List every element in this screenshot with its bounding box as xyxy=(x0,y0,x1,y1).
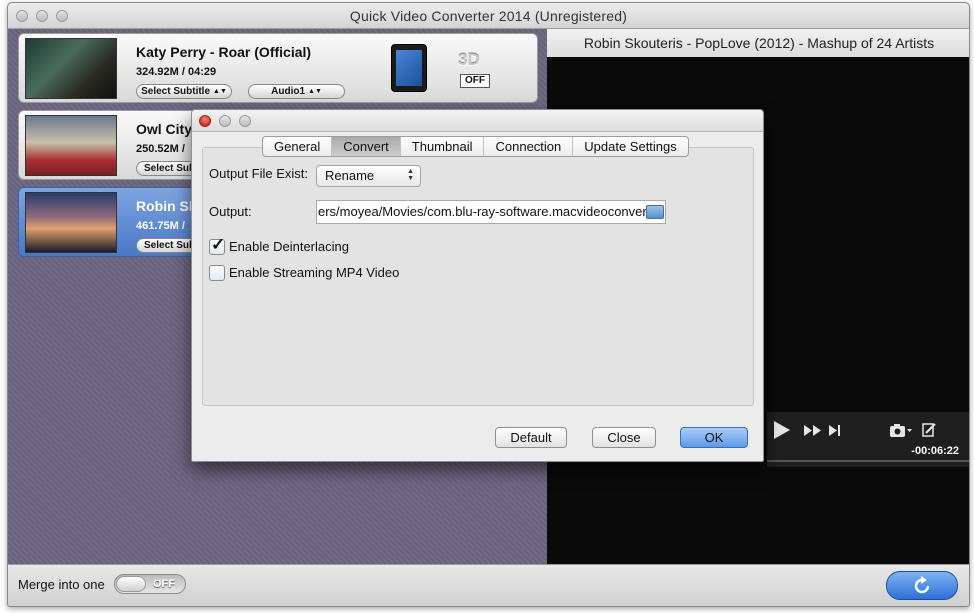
3d-label[interactable]: 3D xyxy=(458,50,480,70)
output-file-exist-value: Rename xyxy=(325,168,375,183)
refresh-icon xyxy=(914,576,930,594)
default-button[interactable]: Default xyxy=(495,427,567,448)
fast-forward-icon[interactable] xyxy=(804,425,822,436)
tab-thumbnail[interactable]: Thumbnail xyxy=(401,137,485,156)
merge-toggle[interactable]: OFF xyxy=(114,574,186,594)
video-name: Owl City xyxy=(136,121,193,137)
playback-progress-bar[interactable] xyxy=(767,460,969,462)
video-thumbnail xyxy=(25,115,117,176)
zoom-dialog-button xyxy=(239,115,251,127)
updown-arrows-icon: ▲▼ xyxy=(407,168,414,182)
next-frame-icon[interactable] xyxy=(829,425,841,436)
bottom-toolbar: Merge into one OFF xyxy=(8,564,969,606)
streaming-mp4-checkbox[interactable] xyxy=(209,265,225,281)
video-size-duration: 461.75M / xyxy=(136,220,185,232)
settings-tabs: General Convert Thumbnail Connection Upd… xyxy=(262,136,689,157)
tab-connection[interactable]: Connection xyxy=(484,137,574,156)
streaming-mp4-label: Enable Streaming MP4 Video xyxy=(229,265,400,280)
convert-button[interactable] xyxy=(886,571,958,600)
video-thumbnail xyxy=(25,38,117,99)
deinterlacing-label: Enable Deinterlacing xyxy=(229,239,349,254)
video-name: Robin Sk xyxy=(136,198,197,214)
output-file-exist-label: Output File Exist: xyxy=(209,166,308,181)
minimize-dialog-button xyxy=(219,115,231,127)
time-remaining: -00:06:22 xyxy=(911,445,959,457)
player-controls: -00:06:22 xyxy=(767,412,969,467)
folder-icon[interactable] xyxy=(646,205,664,219)
play-icon[interactable] xyxy=(773,420,791,440)
output-file-exist-select[interactable]: Rename ▲ ▼ xyxy=(316,165,421,187)
updown-arrows-icon: ▲▼ xyxy=(213,88,227,95)
3d-toggle[interactable]: OFF xyxy=(460,74,490,88)
toggle-knob xyxy=(116,576,146,592)
camera-snapshot-icon[interactable] xyxy=(889,423,913,438)
merge-toggle-state: OFF xyxy=(153,578,175,590)
settings-dialog: General Convert Thumbnail Connection Upd… xyxy=(191,109,764,462)
deinterlacing-checkbox[interactable]: ✓ xyxy=(209,235,225,255)
merge-label: Merge into one xyxy=(18,577,105,592)
dialog-title-bar xyxy=(192,110,763,132)
tab-update-settings[interactable]: Update Settings xyxy=(573,137,688,156)
close-dialog-button[interactable] xyxy=(199,115,211,127)
video-name: Katy Perry - Roar (Official) xyxy=(136,44,312,60)
edit-icon[interactable] xyxy=(922,422,936,437)
video-item[interactable]: Katy Perry - Roar (Official) 324.92M / 0… xyxy=(18,33,538,103)
checkmark-icon: ✓ xyxy=(211,235,226,254)
updown-arrows-icon: ▲▼ xyxy=(308,88,322,95)
tab-general[interactable]: General xyxy=(263,137,333,156)
window-title: Quick Video Converter 2014 (Unregistered… xyxy=(349,8,628,24)
video-thumbnail xyxy=(25,192,117,253)
output-path-field[interactable]: ers/moyea/Movies/com.blu-ray-software.ma… xyxy=(316,200,666,224)
audio-track-dropdown[interactable]: Audio1 ▲▼ xyxy=(248,84,345,99)
tab-convert[interactable]: Convert xyxy=(332,137,401,156)
close-button[interactable]: Close xyxy=(592,427,656,448)
tablet-icon[interactable] xyxy=(391,44,427,92)
title-bar: Quick Video Converter 2014 (Unregistered… xyxy=(8,3,969,29)
output-label: Output: xyxy=(209,204,252,219)
output-path-value: ers/moyea/Movies/com.blu-ray-software.ma… xyxy=(318,204,651,219)
select-subtitle-dropdown[interactable]: Select Subtitle ▲▼ xyxy=(136,84,232,99)
now-playing-title: Robin Skouteris - PopLove (2012) - Mashu… xyxy=(547,29,969,57)
video-size-duration: 324.92M / 04:29 xyxy=(136,66,217,78)
video-size-duration: 250.52M / xyxy=(136,143,185,155)
ok-button[interactable]: OK xyxy=(680,427,748,448)
